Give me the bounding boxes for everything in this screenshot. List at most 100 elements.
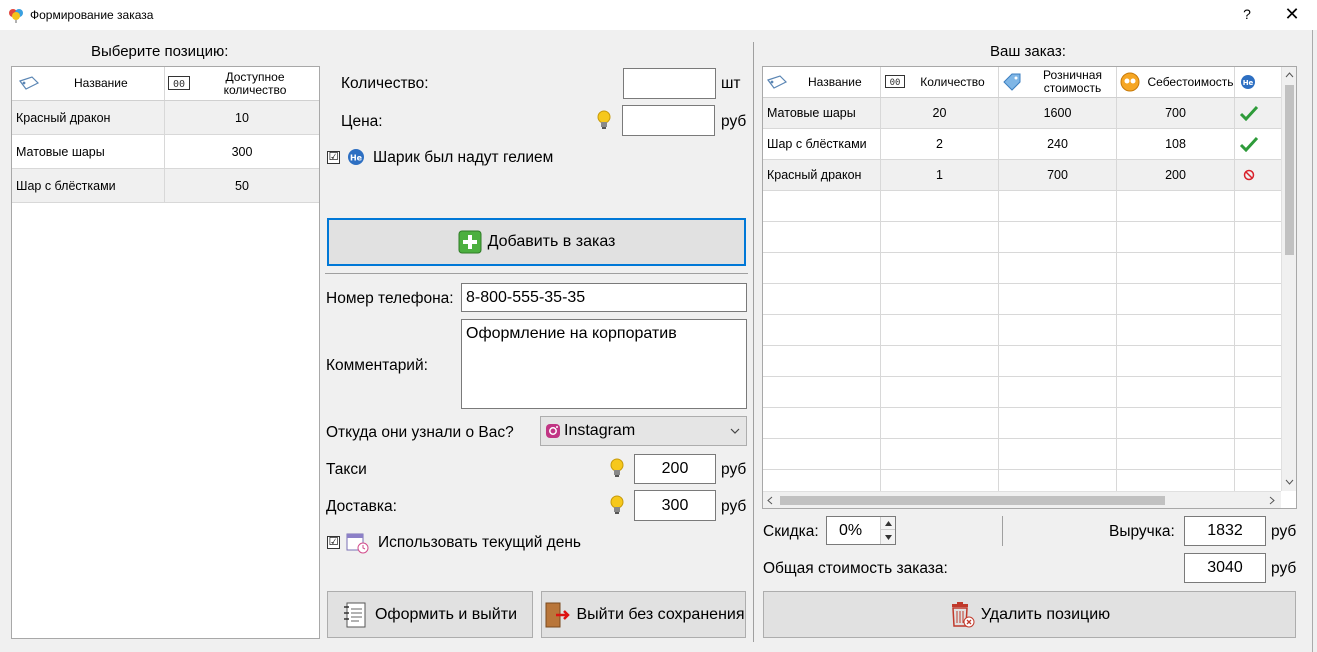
helium-icon: He <box>1241 75 1255 89</box>
empty-cell <box>1117 315 1235 345</box>
phone-label: Номер телефона: <box>326 290 454 307</box>
total-unit: руб <box>1271 560 1297 577</box>
empty-cell <box>881 408 999 438</box>
empty-table-row <box>763 346 1281 377</box>
quantity-input[interactable] <box>623 68 716 99</box>
empty-table-row <box>763 253 1281 284</box>
position-qty: 50 <box>235 178 249 193</box>
comment-textarea[interactable]: Оформление на корпоратив <box>461 319 747 409</box>
column-header-name[interactable]: Название <box>763 67 881 97</box>
checkout-button[interactable]: Оформить и выйти <box>327 591 533 638</box>
helium-checkbox-label[interactable]: Шарик был надут гелием <box>373 149 553 167</box>
lightbulb-icon[interactable] <box>610 458 624 478</box>
scroll-up-icon[interactable] <box>1285 72 1294 78</box>
exit-without-saving-button[interactable]: Выйти без сохранения <box>541 591 746 638</box>
empty-cell <box>763 191 881 221</box>
vertical-scrollbar[interactable] <box>1281 67 1296 491</box>
horizontal-scrollbar[interactable] <box>763 491 1281 508</box>
column-header-name[interactable]: Название <box>12 67 165 100</box>
empty-table-row <box>763 377 1281 408</box>
discount-spinbox[interactable]: 0% <box>826 516 896 545</box>
discount-value: 0% <box>839 522 863 539</box>
position-name: Красный дракон <box>12 101 165 134</box>
current-day-label[interactable]: Использовать текущий день <box>378 534 581 552</box>
column-header-quantity-label: Количество <box>920 74 985 89</box>
empty-cell <box>1117 346 1235 376</box>
discount-label: Скидка: <box>763 523 819 540</box>
column-header-retail[interactable]: Розничная стоимость <box>999 67 1117 97</box>
empty-cell <box>881 284 999 314</box>
order-item-qty: 20 <box>881 98 999 128</box>
phone-input[interactable]: 8-800-555-35-35 <box>461 283 747 312</box>
help-button[interactable]: ? <box>1238 6 1256 22</box>
vertical-scroll-thumb[interactable] <box>1285 85 1294 255</box>
column-header-cost[interactable]: Себестоимость <box>1117 67 1235 97</box>
empty-cell <box>763 377 881 407</box>
table-row[interactable]: Красный дракон 10 <box>12 101 319 135</box>
price-unit: руб <box>721 113 747 130</box>
empty-cell <box>881 253 999 283</box>
delivery-input[interactable]: 300 <box>634 490 716 521</box>
price-input[interactable] <box>622 105 715 136</box>
helium-checkbox[interactable]: ☑ <box>327 151 340 164</box>
lightbulb-icon[interactable] <box>610 495 624 515</box>
current-day-checkbox[interactable]: ☑ <box>327 536 340 549</box>
order-item-name: Матовые шары <box>763 98 881 128</box>
table-row[interactable]: Шар с блёстками 2 240 108 <box>763 129 1281 160</box>
price-label: Цена: <box>341 113 383 130</box>
position-qty: 300 <box>231 144 253 159</box>
empty-cell <box>1235 222 1281 252</box>
positions-table-header: Название 00 Доступное количество <box>12 67 319 101</box>
empty-cell <box>763 408 881 438</box>
quantity-label: Количество: <box>341 75 429 92</box>
taxi-input[interactable]: 200 <box>634 454 716 484</box>
quantity-unit: шт <box>721 75 741 92</box>
empty-cell <box>1235 253 1281 283</box>
table-row[interactable]: Матовые шары 300 <box>12 135 319 169</box>
chevron-down-icon <box>730 428 740 434</box>
coins-icon <box>1120 72 1140 92</box>
empty-table-row <box>763 408 1281 439</box>
total-field[interactable]: 3040 <box>1184 553 1266 583</box>
lightbulb-icon[interactable] <box>597 110 611 130</box>
empty-cell <box>1235 439 1281 469</box>
counter-icon: 00 <box>168 76 190 90</box>
horizontal-scroll-thumb[interactable] <box>780 496 1165 505</box>
column-header-name-label: Название <box>74 76 128 90</box>
scroll-right-icon[interactable] <box>1269 496 1275 505</box>
order-item-retail: 240 <box>999 129 1117 159</box>
column-header-helium[interactable]: He <box>1235 67 1281 97</box>
empty-cell <box>763 284 881 314</box>
empty-cell <box>1235 284 1281 314</box>
revenue-field[interactable]: 1832 <box>1184 516 1266 546</box>
delivery-label: Доставка: <box>326 498 397 515</box>
checkmark-icon <box>1239 136 1259 152</box>
order-table[interactable]: Название 00 Количество Розничная стоимос… <box>762 66 1297 509</box>
order-panel-title: Ваш заказ: <box>990 43 1066 60</box>
empty-cell <box>1117 222 1235 252</box>
table-row[interactable]: Красный дракон 1 700 200 <box>763 160 1281 191</box>
scroll-down-icon[interactable] <box>1285 479 1294 485</box>
close-button[interactable]: ✕ <box>1282 4 1302 25</box>
empty-cell <box>999 439 1117 469</box>
column-header-available[interactable]: 00 Доступное количество <box>165 67 319 100</box>
order-item-retail: 700 <box>999 160 1117 190</box>
source-dropdown[interactable]: Instagram <box>540 416 747 446</box>
price-tag-icon <box>1003 73 1021 91</box>
checkout-label: Оформить и выйти <box>374 605 518 623</box>
svg-text:00: 00 <box>890 78 901 88</box>
spin-down-button[interactable] <box>880 530 895 544</box>
order-item-qty: 1 <box>881 160 999 190</box>
table-row[interactable]: Шар с блёстками 50 <box>12 169 319 203</box>
scroll-left-icon[interactable] <box>767 496 773 505</box>
delete-item-button[interactable]: Удалить позицию <box>763 591 1296 638</box>
positions-table[interactable]: Название 00 Доступное количество Красный… <box>11 66 320 639</box>
column-header-quantity[interactable]: 00 Количество <box>881 67 999 97</box>
empty-cell <box>881 191 999 221</box>
empty-cell <box>999 191 1117 221</box>
table-row[interactable]: Матовые шары 20 1600 700 <box>763 98 1281 129</box>
spin-up-button[interactable] <box>880 517 895 530</box>
empty-cell <box>999 222 1117 252</box>
add-to-order-button[interactable]: Добавить в заказ <box>327 218 746 266</box>
empty-cell <box>1117 408 1235 438</box>
